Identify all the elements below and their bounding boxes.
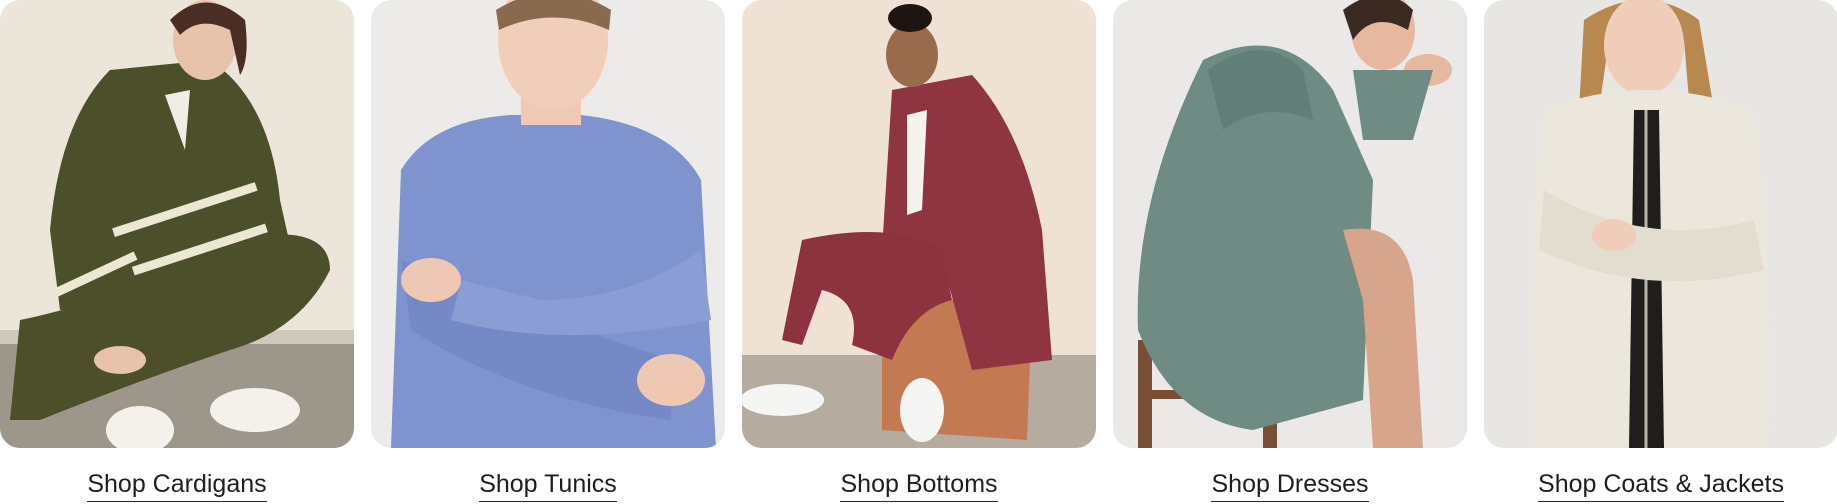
coats-jackets-photo-icon (1484, 0, 1837, 448)
category-row: Shop Cardigans Shop Tunics Shop Bottoms … (0, 0, 1837, 504)
category-label[interactable]: Shop Coats & Jackets (1484, 469, 1837, 502)
category-card-tunics[interactable]: Shop Tunics (371, 0, 725, 504)
category-label[interactable]: Shop Dresses (1113, 469, 1467, 502)
woman-in-olive-striped-cardigan-photo[interactable] (0, 0, 354, 448)
category-label[interactable]: Shop Cardigans (0, 469, 354, 502)
dresses-photo-icon (1113, 0, 1467, 448)
category-card-coats-jackets[interactable]: Shop Coats & Jackets (1484, 0, 1837, 504)
category-card-dresses[interactable]: Shop Dresses (1113, 0, 1467, 504)
cardigans-photo-icon (0, 0, 354, 448)
category-label[interactable]: Shop Bottoms (742, 469, 1096, 502)
woman-in-burgundy-joggers-photo[interactable] (742, 0, 1096, 448)
woman-in-cream-sherpa-jacket-photo[interactable] (1484, 0, 1837, 448)
tunics-photo-icon (371, 0, 725, 448)
category-label[interactable]: Shop Tunics (371, 469, 725, 502)
category-card-cardigans[interactable]: Shop Cardigans (0, 0, 354, 504)
woman-in-periwinkle-tunic-photo[interactable] (371, 0, 725, 448)
woman-in-sage-hoodie-dress-photo[interactable] (1113, 0, 1467, 448)
bottoms-photo-icon (742, 0, 1096, 448)
category-card-bottoms[interactable]: Shop Bottoms (742, 0, 1096, 504)
